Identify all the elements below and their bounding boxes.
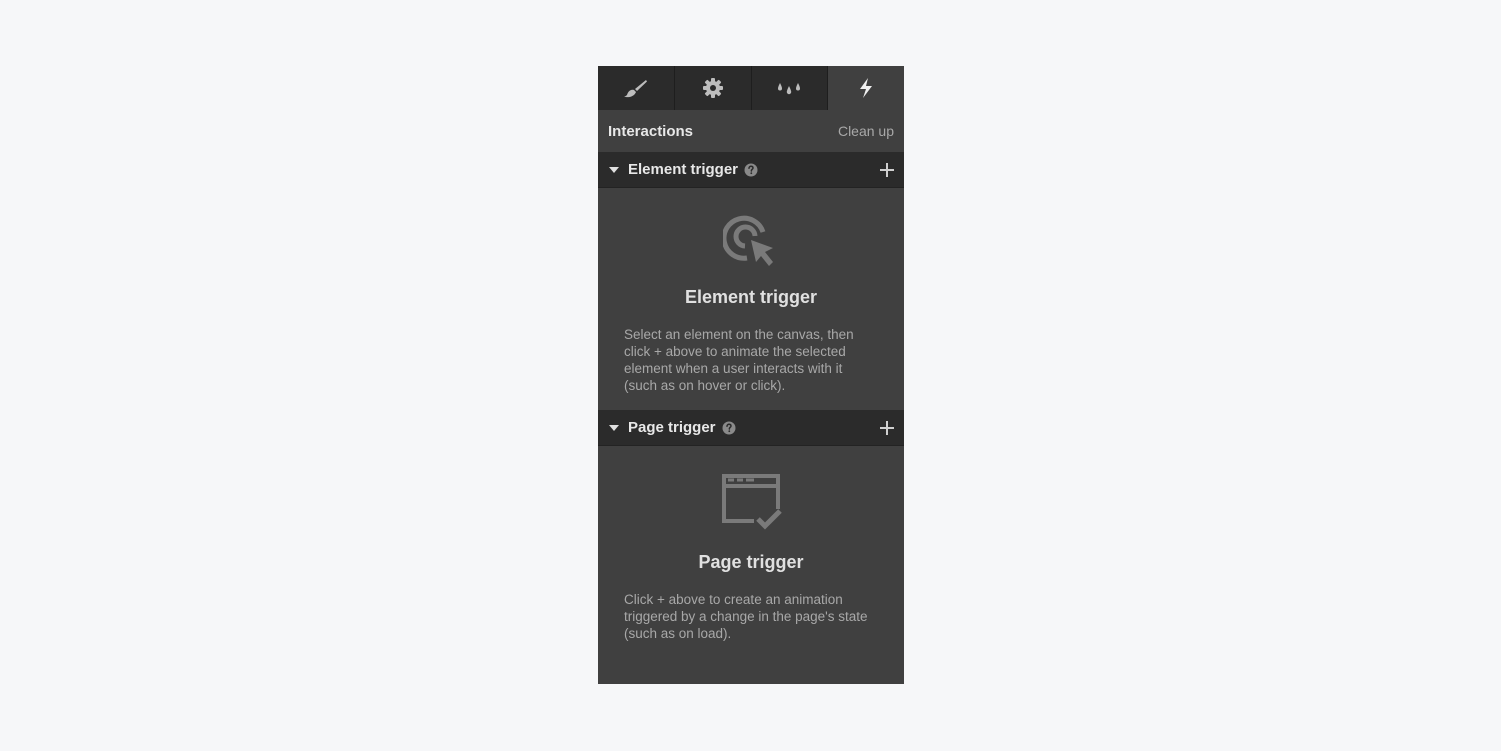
interactions-tab[interactable]: [828, 66, 904, 110]
droplets-icon: [776, 78, 802, 98]
element-trigger-description: Select an element on the canvas, then cl…: [624, 327, 854, 393]
browser-window-check-icon: [720, 471, 782, 538]
style-tab[interactable]: [598, 66, 675, 110]
panel-header: Interactions Clean up: [598, 110, 904, 152]
element-trigger-label: Element trigger: [628, 161, 739, 178]
paintbrush-icon: [623, 78, 649, 98]
clean-up-button[interactable]: Clean up: [838, 123, 894, 139]
page-trigger-heading: Page trigger: [698, 552, 804, 572]
gear-icon: [702, 77, 724, 99]
caret-down-icon[interactable]: [608, 422, 620, 434]
page-trigger-empty-state: Page trigger Click + above to create an …: [598, 446, 904, 684]
page-trigger-header[interactable]: Page trigger: [598, 410, 904, 446]
panel-tabs: [598, 66, 904, 110]
settings-tab[interactable]: [675, 66, 752, 110]
interactions-panel: Interactions Clean up Element trigger El…: [598, 66, 904, 684]
style-manager-tab[interactable]: [752, 66, 829, 110]
add-page-trigger-button[interactable]: [880, 420, 894, 435]
panel-title: Interactions: [608, 122, 694, 140]
page-trigger-label: Page trigger: [628, 419, 716, 436]
cursor-click-icon: [721, 214, 779, 273]
element-trigger-header[interactable]: Element trigger: [598, 152, 904, 188]
page-trigger-description: Click + above to create an animation tri…: [624, 592, 868, 641]
element-trigger-empty-state: Element trigger Select an element on the…: [598, 188, 904, 410]
help-icon[interactable]: [722, 421, 736, 435]
add-element-trigger-button[interactable]: [880, 162, 894, 177]
caret-down-icon[interactable]: [608, 164, 620, 176]
lightning-icon: [857, 77, 875, 99]
element-trigger-heading: Element trigger: [684, 287, 818, 307]
help-icon[interactable]: [744, 163, 758, 177]
